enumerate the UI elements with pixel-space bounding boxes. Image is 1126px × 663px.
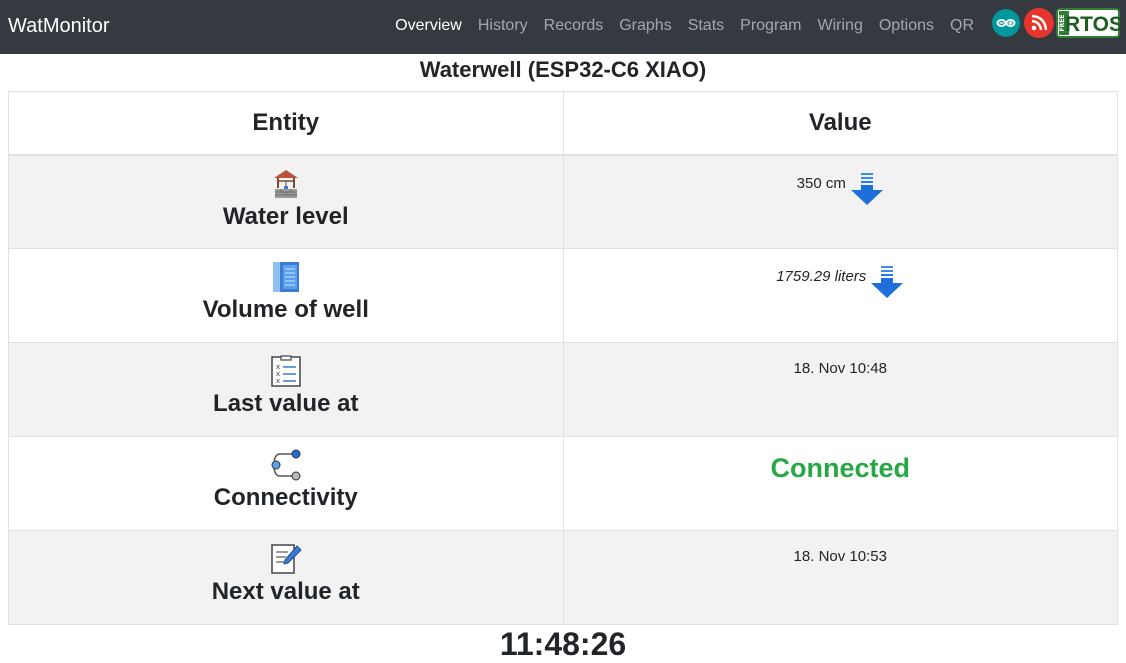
top-navbar: WatMonitor Overview History Records Grap… <box>0 0 1126 54</box>
connectivity-status: Connected <box>770 453 910 483</box>
nav-item-history[interactable]: History <box>470 15 536 37</box>
entity-label: Last value at <box>213 390 359 417</box>
table-row: Next value at 18. Nov 10:53 <box>8 530 1118 625</box>
table-row: Volume of well 1759.29 liters <box>8 248 1118 343</box>
freertos-logo-icon[interactable]: FREE RTOS <box>1056 8 1120 38</box>
last-value-time: 18. Nov 10:48 <box>793 360 887 377</box>
down-arrow-icon <box>871 266 904 298</box>
connection-icon <box>271 449 301 481</box>
entity-cell: Water level <box>8 154 564 249</box>
table-row: Water level 350 cm <box>8 154 1118 249</box>
next-value-time: 18. Nov 10:53 <box>793 548 887 565</box>
water-level-value: 350 cm <box>796 174 846 192</box>
value-cell: 18. Nov 10:48 <box>562 342 1118 437</box>
espressif-logo-icon[interactable] <box>1023 7 1055 39</box>
well-icon <box>273 169 298 198</box>
value-cell: 1759.29 liters <box>562 248 1118 343</box>
logo-group: FREE RTOS <box>991 7 1120 39</box>
volume-value: 1759.29 liters <box>776 268 867 285</box>
table-header-row: Entity Value <box>8 91 1118 156</box>
nav-item-qr[interactable]: QR <box>942 15 982 37</box>
nav-item-records[interactable]: Records <box>536 15 612 37</box>
entity-label: Next value at <box>211 578 360 605</box>
app-brand[interactable]: WatMonitor <box>8 14 110 38</box>
nav-item-wiring[interactable]: Wiring <box>810 15 871 37</box>
entity-label: Water level <box>222 202 349 230</box>
svg-text:RTOS: RTOS <box>1065 13 1120 36</box>
value-cell: 350 cm <box>562 154 1118 249</box>
page-title: Waterwell (ESP32-C6 XIAO) <box>419 57 707 82</box>
entity-cell: x x x Last value at <box>8 342 564 437</box>
entity-cell: Connectivity <box>8 436 564 531</box>
overview-table: Entity Value Water level 350 cm Volume o… <box>8 91 1118 625</box>
arduino-logo-icon[interactable] <box>991 8 1021 38</box>
nav-menu: Overview History Records Graphs Stats Pr… <box>387 15 982 37</box>
column-header-value: Value <box>562 91 1118 156</box>
entity-cell: Next value at <box>8 530 564 625</box>
entity-label: Connectivity <box>213 484 358 511</box>
value-cell: 18. Nov 10:53 <box>562 530 1118 625</box>
edit-document-icon <box>271 544 302 574</box>
notebook-icon <box>272 262 299 292</box>
nav-item-options[interactable]: Options <box>871 15 942 37</box>
nav-item-stats[interactable]: Stats <box>680 15 732 37</box>
down-arrow-icon <box>850 172 883 205</box>
current-time-clock: 11:48:26 <box>499 626 627 662</box>
column-header-entity: Entity <box>8 91 564 156</box>
svg-text:x: x <box>276 377 280 385</box>
entity-label: Volume of well <box>202 296 369 323</box>
nav-item-program[interactable]: Program <box>732 15 809 37</box>
entity-cell: Volume of well <box>8 248 564 343</box>
value-cell: Connected <box>562 436 1118 531</box>
nav-item-graphs[interactable]: Graphs <box>611 15 679 37</box>
table-row: Connectivity Connected <box>8 436 1118 531</box>
checklist-icon: x x x <box>271 355 301 387</box>
nav-item-overview[interactable]: Overview <box>387 15 470 37</box>
table-row: x x x Last value at 18. Nov 10:48 <box>8 342 1118 437</box>
